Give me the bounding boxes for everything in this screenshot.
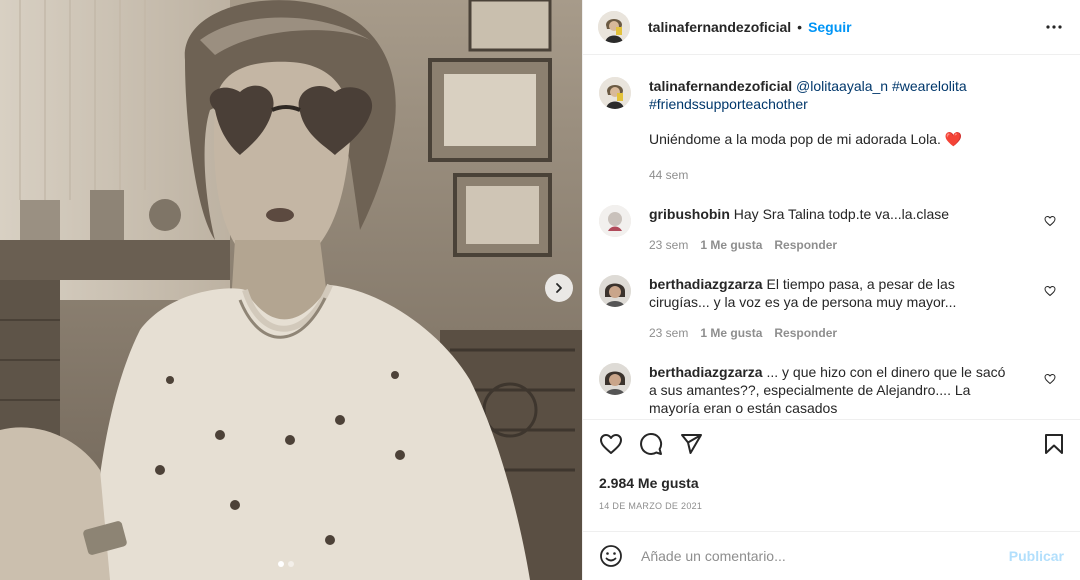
caption-time[interactable]: 44 sem xyxy=(649,166,688,184)
comment-item: berthadiazgzarza ... y que hizo con el d… xyxy=(599,363,1064,417)
heart-icon xyxy=(600,433,622,454)
comment-username[interactable]: berthadiazgzarza xyxy=(649,364,763,380)
mention-link[interactable]: @lolitaayala_n xyxy=(796,78,888,94)
likes-count[interactable]: 2.984 Me gusta xyxy=(599,475,699,491)
follow-button[interactable]: Seguir xyxy=(808,19,852,35)
comment-text: berthadiazgzarza El tiempo pasa, a pesar… xyxy=(649,275,1009,342)
instagram-post: talinafernandezoficial • Seguir talinafe… xyxy=(0,0,1080,580)
comment-meta: 23 sem 1 Me gusta Responder xyxy=(649,324,1009,342)
comment-time[interactable]: 23 sem xyxy=(649,236,688,254)
hashtag-link[interactable]: #friendssupporteachother xyxy=(649,96,808,112)
caption-body: Uniéndome a la moda pop de mi adorada Lo… xyxy=(649,130,1009,148)
comment-meta: 23 sem 1 Me gusta Responder xyxy=(649,236,1009,254)
avatar[interactable] xyxy=(598,11,630,43)
comment-body: Hay Sra Talina todp.te va...la.clase xyxy=(733,206,950,222)
carousel-indicator xyxy=(278,561,294,567)
comment-likes[interactable]: 1 Me gusta xyxy=(700,236,762,254)
comment-like-heart-icon[interactable] xyxy=(1044,215,1056,227)
reply-button[interactable]: Responder xyxy=(774,324,837,342)
avatar[interactable] xyxy=(599,363,631,395)
caption-username[interactable]: talinafernandezoficial xyxy=(649,78,792,94)
caption-meta: 44 sem xyxy=(649,166,1009,184)
comments-section[interactable]: talinafernandezoficial @lolitaayala_n #w… xyxy=(583,56,1080,419)
carousel-dot-active xyxy=(278,561,284,567)
post-photo[interactable] xyxy=(0,0,582,580)
chevron-right-icon xyxy=(556,283,562,293)
avatar[interactable] xyxy=(599,275,631,307)
comment-item: gribushobin Hay Sra Talina todp.te va...… xyxy=(599,205,1064,254)
photo-illustration xyxy=(0,0,582,580)
profile-picture xyxy=(599,77,631,109)
add-comment-bar: Publicar xyxy=(583,531,1080,580)
more-horizontal-icon xyxy=(1046,25,1062,29)
header-username[interactable]: talinafernandezoficial xyxy=(648,19,791,35)
post-header: talinafernandezoficial • Seguir xyxy=(583,0,1080,55)
save-button[interactable] xyxy=(1040,430,1068,458)
caption: talinafernandezoficial @lolitaayala_n #w… xyxy=(599,77,1064,184)
comment-text: gribushobin Hay Sra Talina todp.te va...… xyxy=(649,205,1009,254)
caption-text: talinafernandezoficial @lolitaayala_n #w… xyxy=(649,77,1009,184)
comment-text: berthadiazgzarza ... y que hizo con el d… xyxy=(649,363,1009,417)
action-bar xyxy=(583,419,1080,467)
bookmark-icon xyxy=(1045,433,1063,454)
profile-picture xyxy=(598,11,630,43)
post-date[interactable]: 14 DE MARZO DE 2021 xyxy=(599,501,702,511)
reply-button[interactable]: Responder xyxy=(774,236,837,254)
heart-emoji: ❤️ xyxy=(944,131,963,147)
profile-picture xyxy=(599,205,631,237)
post-details-panel: talinafernandezoficial • Seguir talinafe… xyxy=(582,0,1080,580)
comment-username[interactable]: berthadiazgzarza xyxy=(649,276,763,292)
hashtag-link[interactable]: #wearelolita xyxy=(892,78,967,94)
avatar[interactable] xyxy=(599,77,631,109)
comment-button[interactable] xyxy=(637,430,665,458)
comment-input[interactable] xyxy=(639,547,1009,565)
carousel-next-button[interactable] xyxy=(545,274,573,302)
carousel-dot xyxy=(288,561,294,567)
more-options-button[interactable] xyxy=(1042,15,1066,39)
comment-username[interactable]: gribushobin xyxy=(649,206,730,222)
comment-icon xyxy=(640,432,663,455)
profile-picture xyxy=(599,275,631,307)
comment-like-heart-icon[interactable] xyxy=(1044,373,1056,385)
comment-likes[interactable]: 1 Me gusta xyxy=(700,324,762,342)
publish-button[interactable]: Publicar xyxy=(1009,548,1064,564)
comment-item: berthadiazgzarza El tiempo pasa, a pesar… xyxy=(599,275,1064,342)
paper-plane-icon xyxy=(681,433,702,454)
avatar[interactable] xyxy=(599,205,631,237)
comment-time[interactable]: 23 sem xyxy=(649,324,688,342)
like-button[interactable] xyxy=(597,430,625,458)
share-button[interactable] xyxy=(677,430,705,458)
caption-message: Uniéndome a la moda pop de mi adorada Lo… xyxy=(649,131,941,147)
separator-dot: • xyxy=(797,19,803,35)
smiley-icon[interactable] xyxy=(599,544,623,568)
comment-like-heart-icon[interactable] xyxy=(1044,285,1056,297)
profile-picture xyxy=(599,363,631,395)
